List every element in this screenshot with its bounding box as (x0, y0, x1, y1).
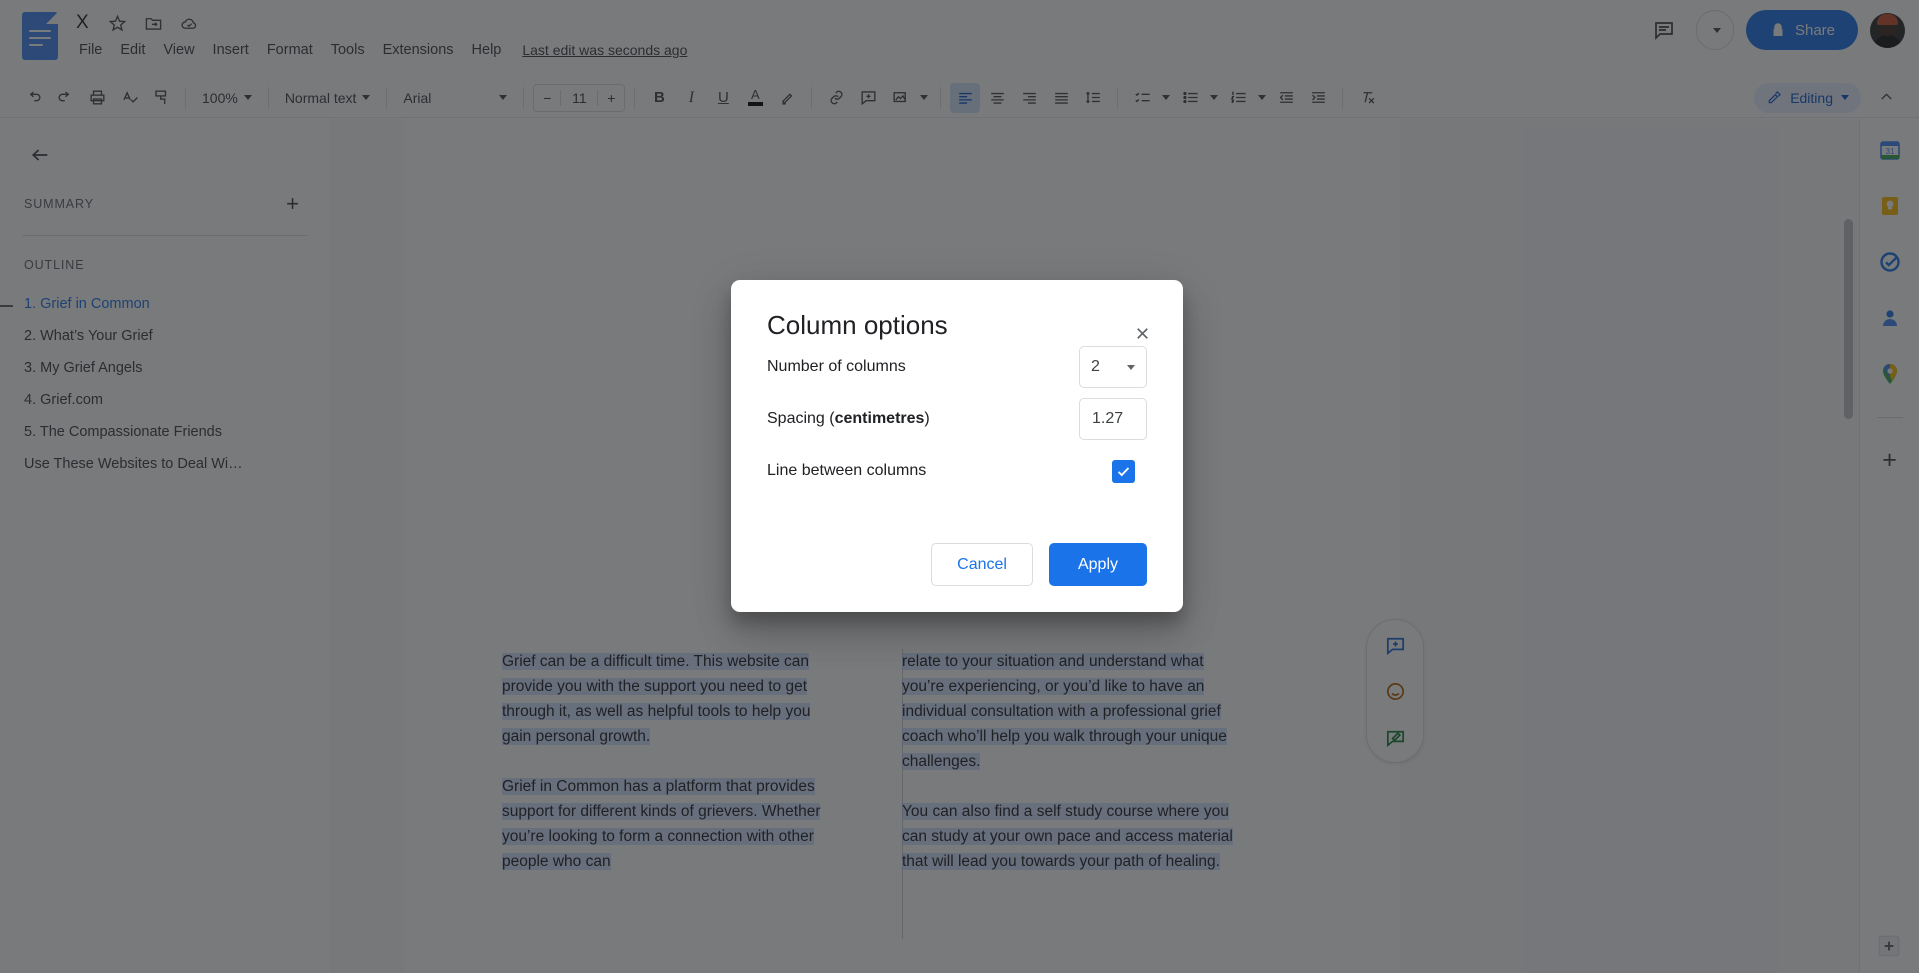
spacing-label: Spacing (centimetres) (767, 410, 930, 428)
line-between-columns-row: Line between columns (767, 445, 1147, 497)
spacing-label-prefix: Spacing ( (767, 410, 835, 427)
spacing-label-unit: centimetres (835, 410, 925, 427)
dialog-title: Column options (767, 310, 1147, 341)
line-between-columns-checkbox[interactable] (1112, 460, 1135, 483)
chevron-down-icon (1127, 365, 1135, 370)
google-docs-window: X File Edit View Insert Format Tools Ext… (0, 0, 1919, 973)
close-icon[interactable] (1125, 316, 1159, 350)
cancel-button[interactable]: Cancel (931, 543, 1033, 586)
spacing-row: Spacing (centimetres) (767, 393, 1147, 445)
checkmark-icon (1115, 463, 1132, 480)
number-of-columns-select[interactable]: 2 (1079, 346, 1147, 388)
number-of-columns-label: Number of columns (767, 358, 906, 376)
number-of-columns-value: 2 (1091, 358, 1100, 376)
spacing-input[interactable] (1079, 398, 1147, 440)
spacing-label-suffix: ) (924, 410, 929, 427)
apply-button[interactable]: Apply (1049, 543, 1147, 586)
number-of-columns-row: Number of columns 2 (767, 341, 1147, 393)
dialog-actions: Cancel Apply (767, 543, 1147, 586)
column-options-dialog: Column options Number of columns 2 Spaci… (731, 280, 1183, 612)
line-between-columns-label: Line between columns (767, 462, 926, 480)
